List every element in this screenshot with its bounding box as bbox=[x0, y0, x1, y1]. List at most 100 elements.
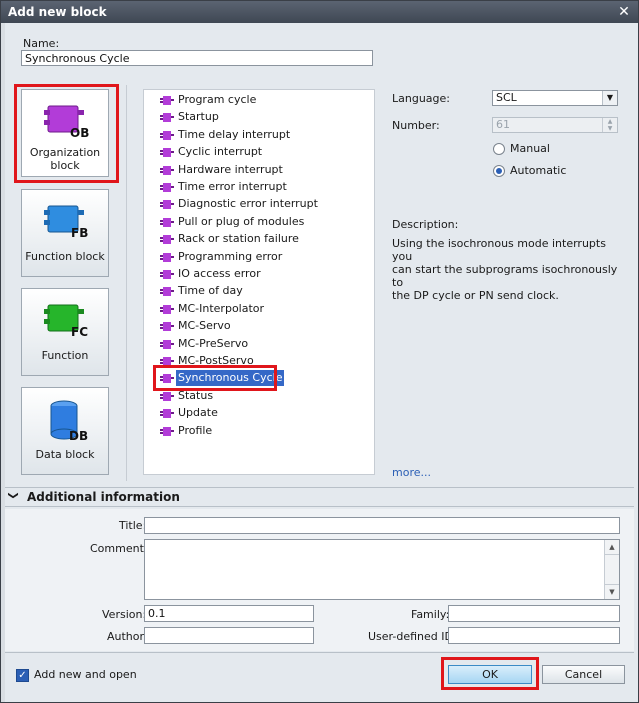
family-input[interactable] bbox=[448, 605, 620, 622]
author-input[interactable] bbox=[144, 627, 314, 644]
stepper-down-icon: ▼ bbox=[607, 125, 613, 132]
ob-type-list[interactable]: Program cycle Startup Time delay interrupt… bbox=[143, 89, 375, 475]
ob-item-icon bbox=[160, 304, 174, 314]
ob-list-item-label: Update bbox=[178, 406, 218, 420]
data-block-button[interactable]: DB Data block bbox=[21, 387, 109, 475]
svg-text:DB: DB bbox=[69, 429, 88, 442]
ob-item-icon bbox=[160, 409, 174, 419]
additional-info-header[interactable]: ❯ Additional information bbox=[5, 487, 634, 507]
db-block-icon: DB bbox=[50, 400, 88, 442]
user-defined-id-label: User-defined ID: bbox=[368, 630, 457, 643]
footer-separator bbox=[5, 652, 634, 653]
ob-item-icon bbox=[160, 270, 174, 279]
ob-list-item-label: Rack or station failure bbox=[178, 232, 299, 246]
stepper-up-icon: ▲ bbox=[607, 118, 613, 125]
automatic-label: Automatic bbox=[510, 164, 567, 177]
svg-text:FB: FB bbox=[71, 226, 88, 240]
additional-info-title: Additional information bbox=[27, 490, 180, 504]
number-label: Number: bbox=[392, 119, 440, 132]
fc-label: Function bbox=[41, 349, 89, 362]
ob-item-icon bbox=[160, 217, 174, 227]
description-line-2: can start the subprograms isochronously … bbox=[392, 263, 618, 289]
fc-block-icon: FC bbox=[44, 304, 88, 339]
ob-list-item-label: Time of day bbox=[178, 284, 243, 298]
ob-list-item-label: IO access error bbox=[178, 267, 261, 280]
ob-item-icon bbox=[160, 322, 174, 332]
close-icon[interactable]: ✕ bbox=[616, 4, 632, 20]
version-label: Version: bbox=[102, 608, 147, 621]
more-link[interactable]: more... bbox=[392, 466, 431, 479]
number-stepper: 61 ▲ ▼ bbox=[492, 117, 618, 133]
description-line-1: Using the isochronous mode interrupts yo… bbox=[392, 237, 606, 263]
ob-item-icon bbox=[160, 148, 174, 158]
title-bar[interactable]: Add new block ✕ bbox=[1, 1, 638, 23]
ob-item-icon bbox=[160, 165, 174, 175]
chevron-down-icon[interactable]: ▼ bbox=[602, 91, 617, 105]
version-input[interactable]: 0.1 bbox=[144, 605, 314, 622]
ob-item-icon bbox=[160, 130, 174, 140]
ob-list-item-label: MC-Interpolator bbox=[178, 301, 265, 315]
family-label: Family: bbox=[411, 608, 450, 621]
function-button[interactable]: FC Function bbox=[21, 288, 109, 376]
ob-list-item-label: Time error interrupt bbox=[178, 180, 287, 193]
ob-list-item-label: MC-PreServo bbox=[178, 336, 249, 350]
ob-item-icon bbox=[160, 235, 174, 245]
author-label: Author: bbox=[107, 630, 148, 643]
comment-scrollbar[interactable]: ▲ ▼ bbox=[604, 540, 619, 599]
language-value: SCL bbox=[496, 91, 517, 104]
comment-label: Comment: bbox=[90, 542, 148, 555]
name-label: Name: bbox=[23, 37, 60, 50]
add-new-and-open-checkbox[interactable]: ✓ bbox=[16, 669, 29, 682]
stepper-buttons: ▲ ▼ bbox=[602, 118, 617, 132]
number-value: 61 bbox=[496, 118, 510, 131]
name-input[interactable]: Synchronous Cycle bbox=[21, 50, 373, 66]
ob-list-item-label: Startup bbox=[178, 110, 219, 124]
ob-item-icon bbox=[160, 96, 174, 105]
ob-item-icon bbox=[160, 183, 174, 192]
scroll-down-icon[interactable]: ▼ bbox=[605, 584, 619, 599]
manual-radio[interactable] bbox=[493, 143, 505, 155]
user-defined-id-input[interactable] bbox=[448, 627, 620, 644]
column-divider bbox=[126, 85, 127, 481]
chevron-down-icon[interactable]: ❯ bbox=[8, 491, 19, 499]
add-new-block-dialog: Add new block ✕ Name: Synchronous Cycle … bbox=[0, 0, 639, 703]
scroll-up-icon[interactable]: ▲ bbox=[605, 540, 619, 555]
highlight-box-ok bbox=[441, 657, 539, 690]
ob-item-icon bbox=[160, 200, 174, 210]
highlight-box-synchronous-cycle bbox=[153, 365, 277, 391]
ob-list-item-label: Cyclic interrupt bbox=[178, 145, 263, 159]
fb-block-icon: FB bbox=[44, 205, 88, 240]
ob-list-item-label: Profile bbox=[178, 423, 213, 437]
description-label: Description: bbox=[392, 218, 459, 231]
ob-list-item-label: Program cycle bbox=[178, 93, 257, 106]
title-label: Title: bbox=[119, 519, 147, 532]
fb-label: Function block bbox=[25, 250, 105, 263]
language-label: Language: bbox=[392, 92, 450, 105]
ob-list-item-label: Time delay interrupt bbox=[178, 127, 291, 141]
automatic-radio[interactable] bbox=[493, 165, 505, 177]
ob-item-icon bbox=[160, 252, 174, 262]
db-label: Data block bbox=[35, 448, 95, 461]
ob-item-icon bbox=[160, 339, 174, 349]
language-select[interactable]: SCL ▼ bbox=[492, 90, 618, 106]
svg-text:FC: FC bbox=[71, 325, 88, 339]
cancel-button[interactable]: Cancel bbox=[542, 665, 625, 684]
ob-list-item-label: Programming error bbox=[178, 249, 283, 263]
ob-list-item-label: Pull or plug of modules bbox=[178, 214, 305, 228]
highlight-box-organization-block bbox=[14, 84, 119, 183]
description-line-3: the DP cycle or PN send clock. bbox=[392, 289, 559, 302]
comment-textarea[interactable]: ▲ ▼ bbox=[144, 539, 620, 600]
function-block-button[interactable]: FB Function block bbox=[21, 189, 109, 277]
ob-item-icon bbox=[160, 113, 174, 123]
manual-label: Manual bbox=[510, 142, 550, 155]
window-title: Add new block bbox=[8, 5, 107, 19]
ob-item-icon bbox=[160, 287, 174, 297]
ob-list-item-label: MC-Servo bbox=[178, 319, 231, 333]
description-text: Using the isochronous mode interrupts yo… bbox=[392, 237, 620, 302]
title-input[interactable] bbox=[144, 517, 620, 534]
ob-item-icon bbox=[160, 391, 174, 401]
add-new-and-open-label: Add new and open bbox=[34, 668, 137, 681]
ob-item-icon bbox=[160, 426, 174, 436]
ob-list-item-label: Hardware interrupt bbox=[178, 162, 283, 176]
ob-list-item-label: Diagnostic error interrupt bbox=[178, 197, 318, 211]
